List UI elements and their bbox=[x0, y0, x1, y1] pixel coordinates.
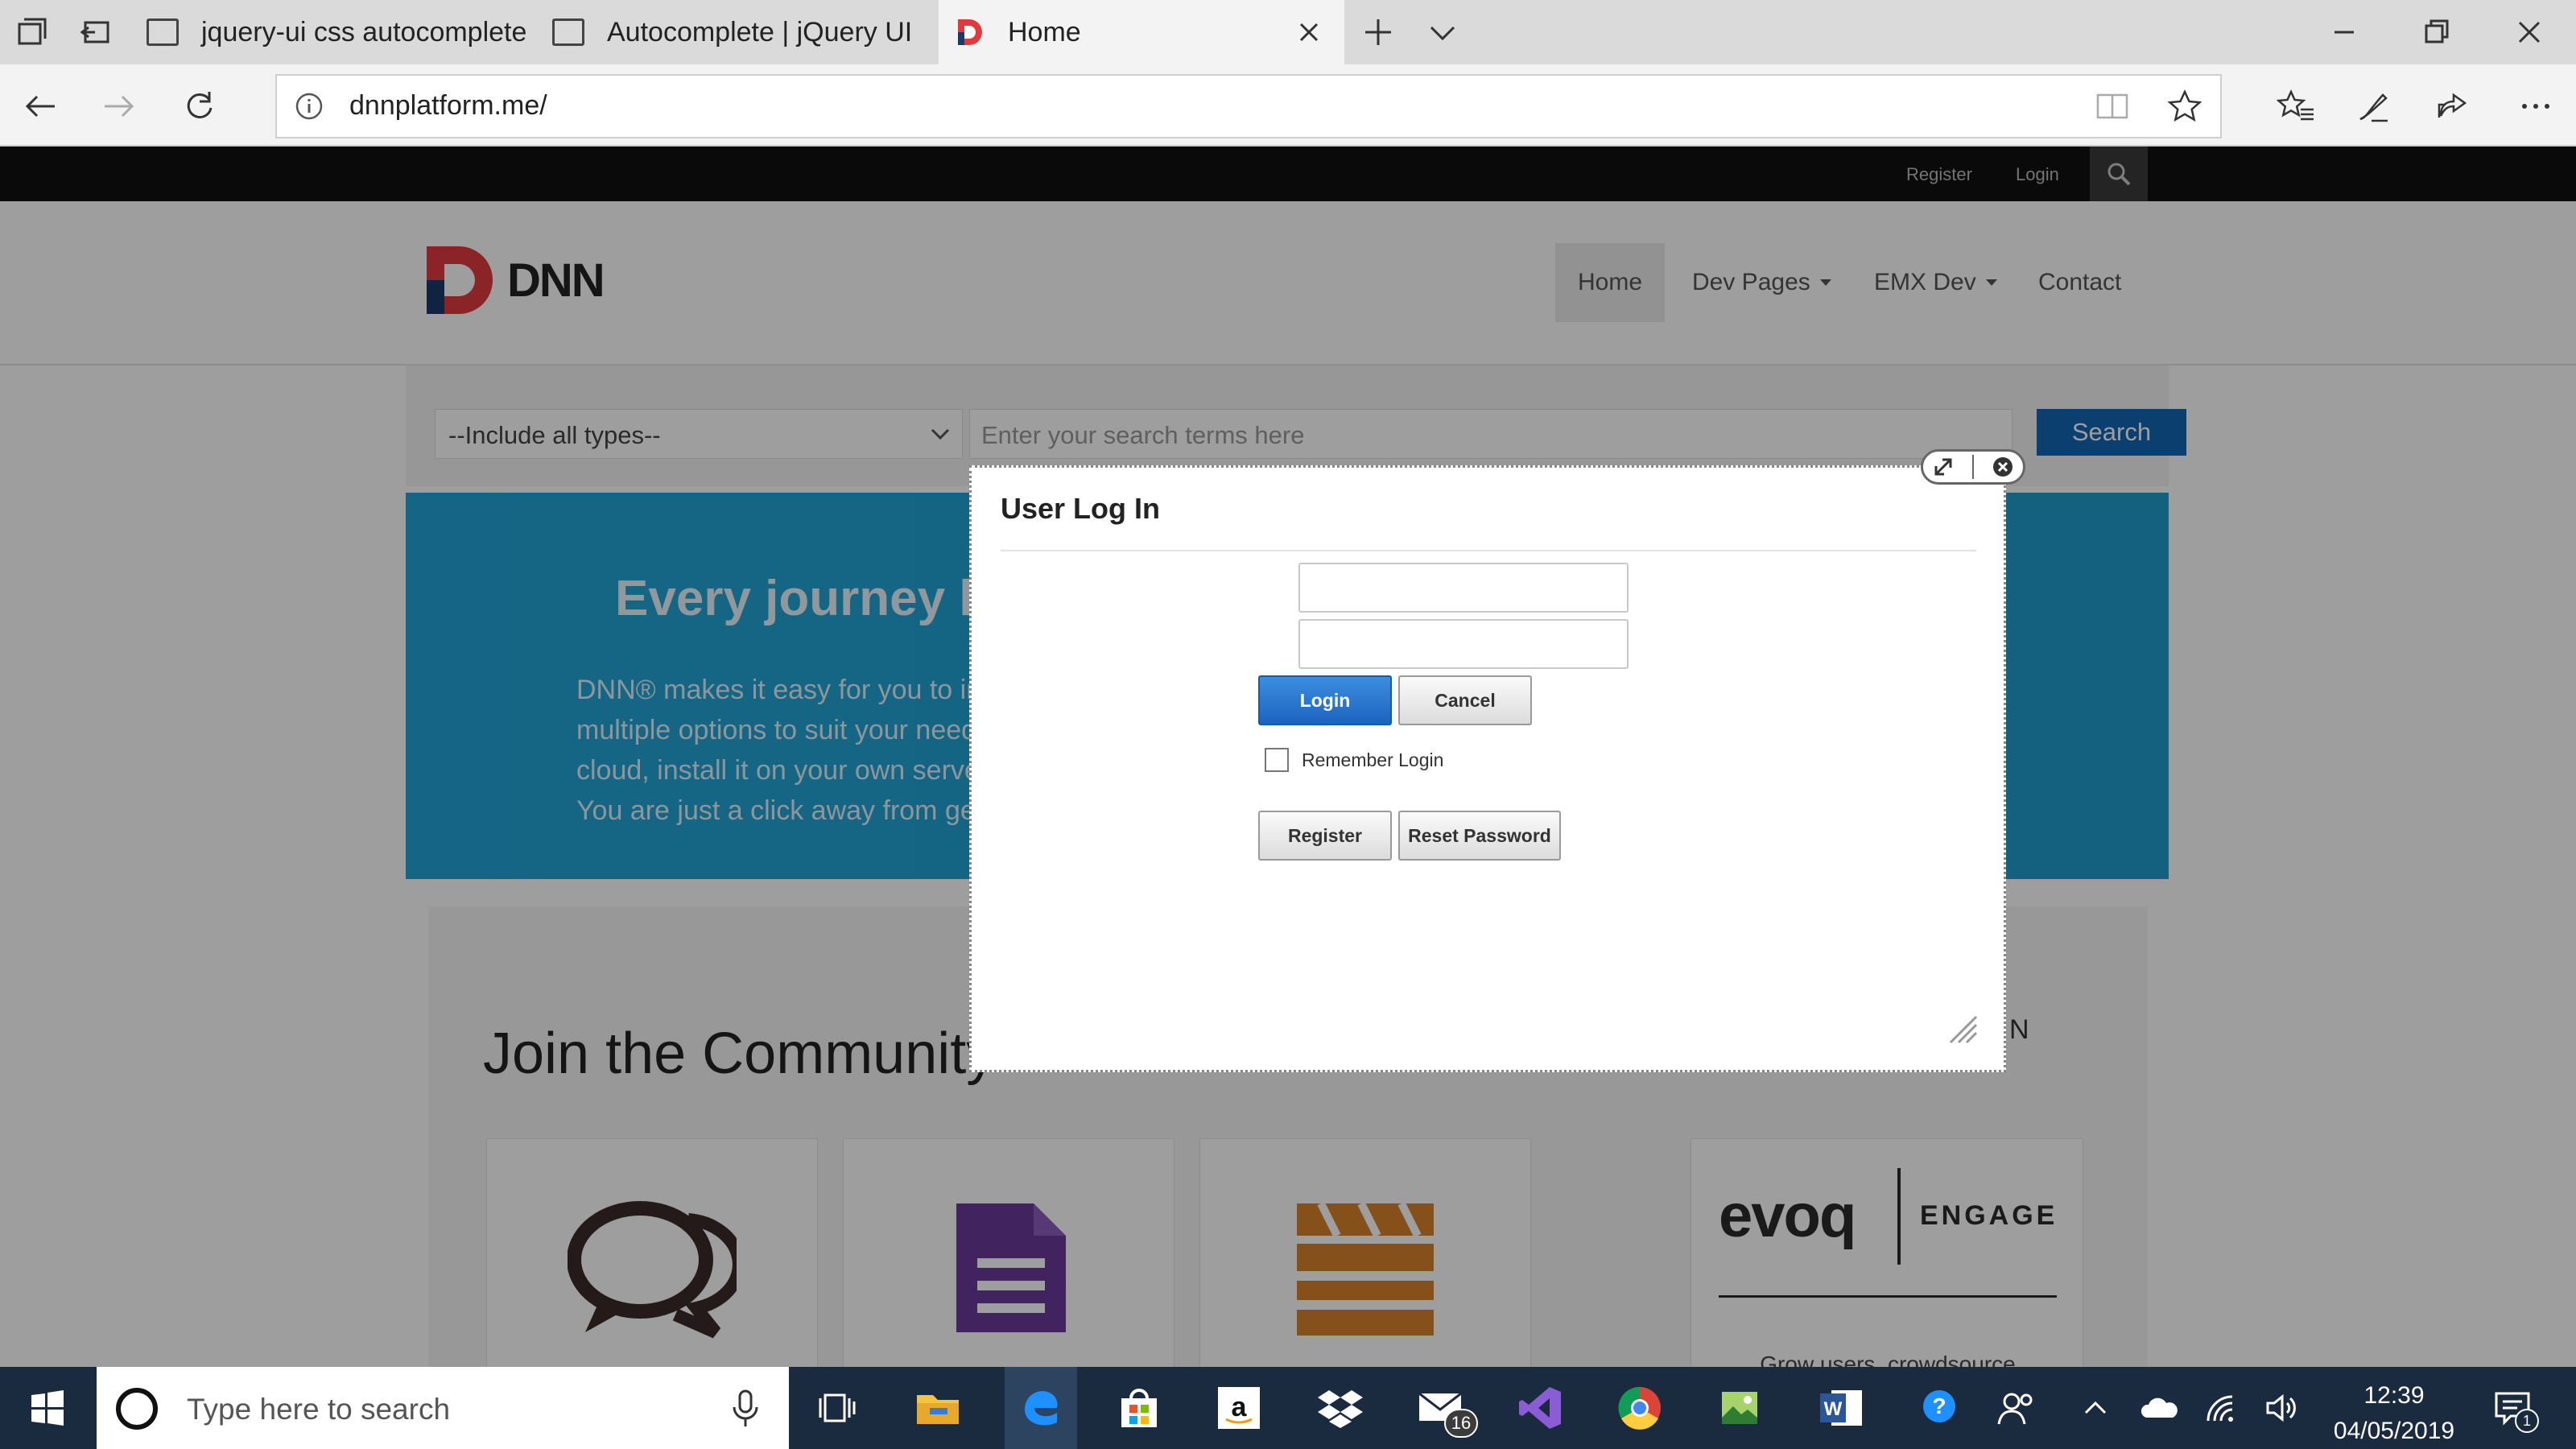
dialog-controls bbox=[1921, 449, 2025, 485]
wifi-icon[interactable] bbox=[2194, 1381, 2248, 1435]
username-input[interactable] bbox=[1298, 563, 1629, 613]
chrome-icon[interactable] bbox=[1613, 1381, 1666, 1435]
close-window-icon[interactable] bbox=[2497, 0, 2562, 64]
reading-view-icon[interactable] bbox=[2095, 90, 2130, 122]
task-view-icon[interactable] bbox=[811, 1381, 865, 1435]
tab-manager-icon[interactable] bbox=[0, 0, 64, 64]
visual-studio-icon[interactable] bbox=[1513, 1381, 1567, 1435]
svg-text:a: a bbox=[1232, 1392, 1248, 1422]
reset-password-button[interactable]: Reset Password bbox=[1398, 811, 1561, 861]
windows-start-icon[interactable] bbox=[21, 1381, 74, 1435]
page-icon bbox=[147, 19, 179, 46]
dnn-favicon-icon bbox=[958, 19, 982, 45]
dropbox-icon[interactable] bbox=[1314, 1381, 1367, 1435]
onedrive-icon[interactable] bbox=[2132, 1381, 2185, 1435]
browser-tab-bar: jquery-ui css autocomplete Autocomplete … bbox=[0, 0, 2576, 64]
notification-badge: 1 bbox=[2515, 1409, 2539, 1433]
tab-autocomplete-jqueryui[interactable]: Autocomplete | jQuery UI bbox=[541, 0, 939, 64]
mail-icon[interactable]: 16 bbox=[1414, 1381, 1478, 1438]
site-info-icon[interactable] bbox=[293, 90, 325, 122]
tab-label: jquery-ui css autocomplete bbox=[201, 16, 527, 47]
store-icon[interactable] bbox=[1113, 1381, 1166, 1435]
tab-home[interactable]: Home bbox=[939, 0, 1344, 64]
resize-handle-icon[interactable] bbox=[1946, 1012, 1978, 1044]
favorite-star-icon[interactable] bbox=[2167, 89, 2202, 124]
set-tabs-aside-icon[interactable] bbox=[64, 0, 129, 64]
svg-text:?: ? bbox=[1932, 1393, 1946, 1418]
edge-taskbar-icon[interactable] bbox=[1005, 1367, 1077, 1449]
cancel-button[interactable]: Cancel bbox=[1398, 675, 1532, 725]
remember-login-checkbox[interactable] bbox=[1265, 748, 1289, 772]
control-divider bbox=[1971, 455, 1974, 479]
help-icon[interactable]: ? bbox=[1913, 1381, 1966, 1435]
back-icon[interactable] bbox=[8, 74, 72, 138]
system-clock[interactable]: 12:39 04/05/2019 bbox=[2297, 1378, 2491, 1449]
login-button[interactable]: Login bbox=[1258, 675, 1392, 725]
show-hidden-icons-icon[interactable] bbox=[2069, 1381, 2122, 1435]
mail-badge: 16 bbox=[1444, 1409, 1478, 1438]
forward-icon[interactable] bbox=[87, 74, 151, 138]
more-options-icon[interactable] bbox=[2504, 74, 2568, 138]
url-text: dnnplatform.me/ bbox=[349, 90, 547, 121]
microphone-icon[interactable] bbox=[729, 1389, 762, 1428]
taskbar-search-placeholder: Type here to search bbox=[187, 1393, 451, 1426]
close-tab-icon[interactable] bbox=[1293, 16, 1325, 48]
svg-text:W: W bbox=[1824, 1398, 1843, 1420]
page-icon bbox=[552, 19, 584, 46]
remember-login-label: Remember Login bbox=[1302, 749, 1444, 770]
login-dialog: User Log In Username: Password: Login Ca… bbox=[969, 465, 2006, 1072]
dialog-close-icon[interactable] bbox=[1991, 455, 2015, 479]
tab-preview-chevron-icon[interactable] bbox=[1410, 0, 1475, 64]
word-icon[interactable]: W bbox=[1814, 1381, 1868, 1435]
refresh-icon[interactable] bbox=[167, 74, 232, 138]
password-input[interactable] bbox=[1298, 619, 1629, 669]
favorites-hub-icon[interactable] bbox=[2264, 74, 2328, 138]
maximize-icon[interactable] bbox=[1931, 455, 1955, 479]
clock-time: 12:39 bbox=[2363, 1382, 2425, 1409]
taskbar-search-box[interactable]: Type here to search bbox=[97, 1367, 789, 1449]
photos-app-icon[interactable] bbox=[1713, 1381, 1766, 1435]
windows-taskbar: Type here to search a 16 W ? 12:39 04/05… bbox=[0, 1367, 2576, 1449]
amazon-icon[interactable]: a bbox=[1212, 1381, 1265, 1435]
share-icon[interactable] bbox=[2420, 74, 2484, 138]
tab-jquery-autocomplete[interactable]: jquery-ui css autocomplete bbox=[134, 0, 541, 64]
tab-label: Autocomplete | jQuery UI bbox=[607, 16, 913, 47]
dialog-divider bbox=[1001, 550, 1976, 551]
register-button[interactable]: Register bbox=[1258, 811, 1392, 861]
minimize-icon[interactable] bbox=[2312, 0, 2376, 64]
clock-date: 04/05/2019 bbox=[2333, 1418, 2455, 1444]
new-tab-icon[interactable] bbox=[1346, 0, 1410, 64]
restore-icon[interactable] bbox=[2404, 0, 2468, 64]
cortana-icon bbox=[114, 1386, 159, 1431]
dialog-title: User Log In bbox=[1001, 492, 1161, 525]
action-center-icon[interactable]: 1 bbox=[2486, 1381, 2539, 1435]
people-icon[interactable] bbox=[1990, 1381, 2043, 1435]
browser-toolbar: dnnplatform.me/ bbox=[0, 64, 2576, 147]
tab-label: Home bbox=[1008, 16, 1081, 47]
address-bar[interactable]: dnnplatform.me/ bbox=[275, 74, 2222, 138]
web-note-pen-icon[interactable] bbox=[2341, 74, 2405, 138]
file-explorer-icon[interactable] bbox=[911, 1381, 964, 1435]
